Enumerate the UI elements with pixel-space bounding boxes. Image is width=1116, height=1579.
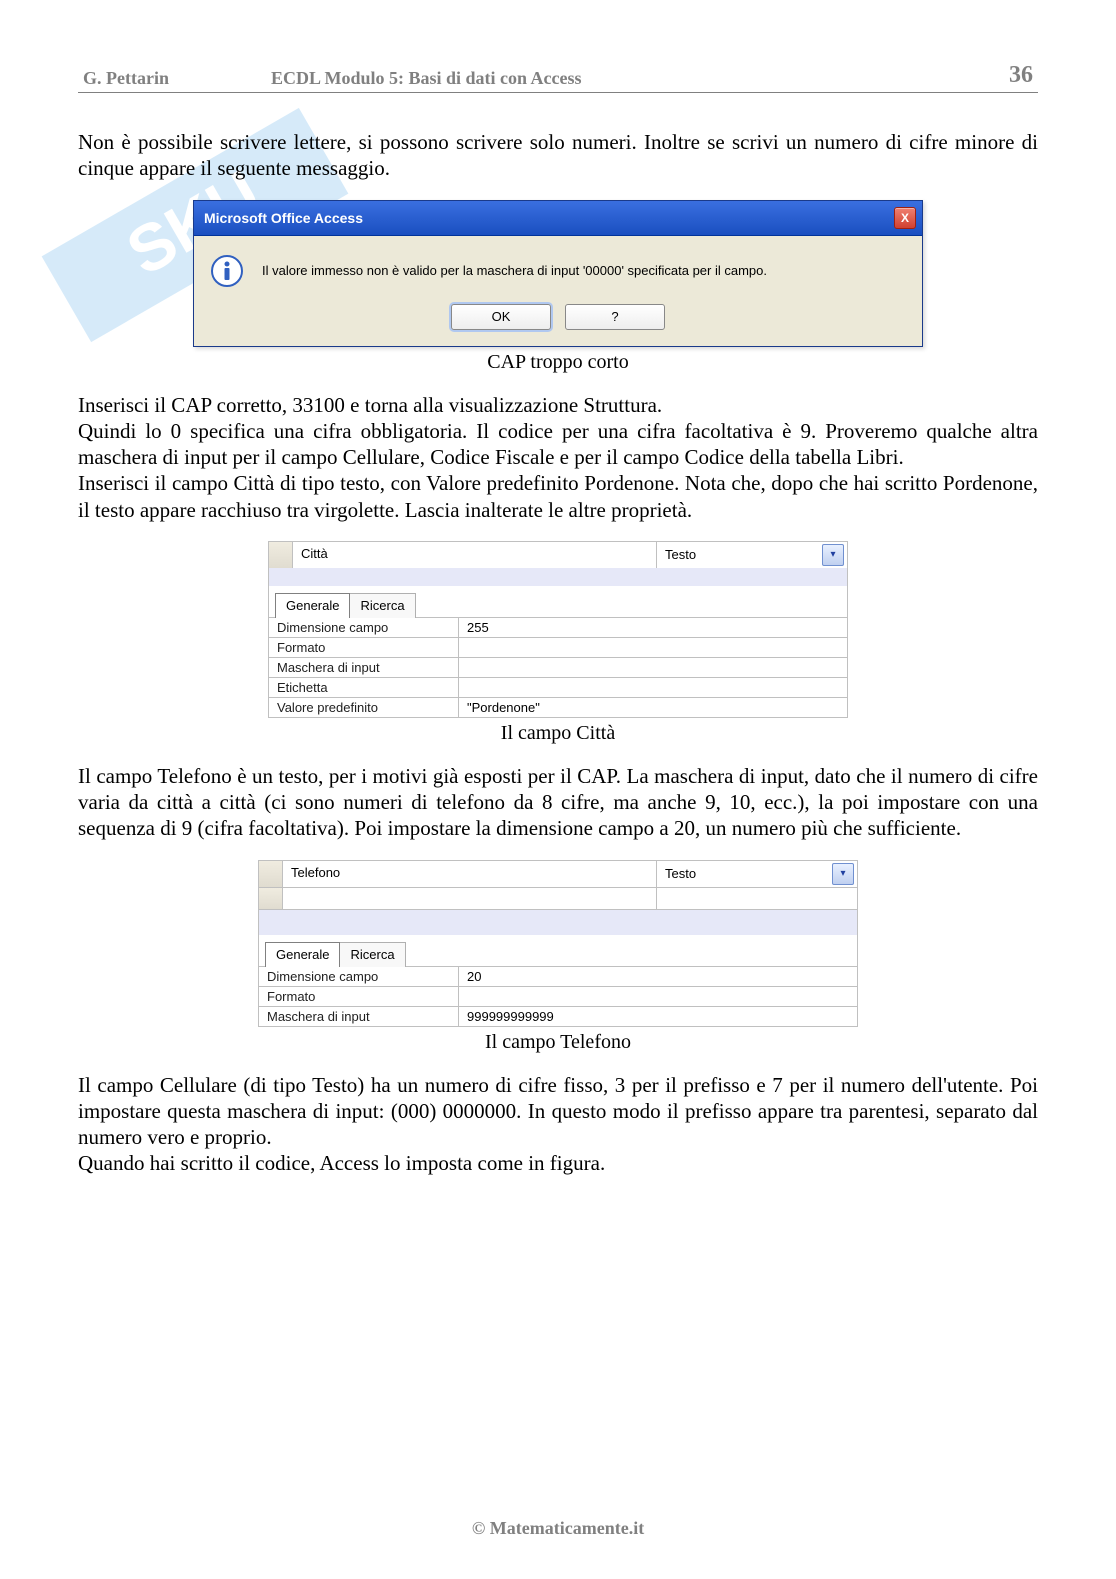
prop-row[interactable]: Dimensione campo 20 (259, 966, 857, 986)
prop-row[interactable]: Etichetta (269, 677, 847, 697)
paragraph-6: Il campo Cellulare (di tipo Testo) ha un… (78, 1072, 1038, 1151)
dialog-title: Microsoft Office Access (204, 210, 363, 226)
prop-value[interactable]: "Pordenone" (459, 698, 847, 717)
prop-label: Dimensione campo (259, 967, 459, 986)
caption-telefono: Il campo Telefono (78, 1031, 1038, 1054)
header-page-number: 36 (1009, 62, 1038, 89)
paragraph-1: Non è possibile scrivere lettere, si pos… (78, 129, 1038, 182)
dialog-message: Il valore immesso non è valido per la ma… (262, 263, 767, 278)
tab-generale[interactable]: Generale (275, 593, 350, 618)
prop-value[interactable] (459, 638, 847, 657)
prop-row[interactable]: Maschera di input (269, 657, 847, 677)
paragraph-3: Quindi lo 0 specifica una cifra obbligat… (78, 418, 1038, 471)
tab-generale[interactable]: Generale (265, 942, 340, 967)
field-name[interactable]: Città (293, 542, 657, 568)
property-list: Dimensione campo 20 Formato Maschera di … (258, 966, 858, 1027)
row-selector[interactable] (269, 542, 293, 568)
prop-label: Formato (269, 638, 459, 657)
prop-row[interactable]: Formato (269, 637, 847, 657)
page-header: G. Pettarin ECDL Modulo 5: Basi di dati … (78, 62, 1038, 93)
prop-row[interactable]: Dimensione campo 255 (269, 617, 847, 637)
prop-label: Maschera di input (269, 658, 459, 677)
prop-value[interactable]: 255 (459, 618, 847, 637)
close-icon[interactable]: X (894, 207, 916, 229)
access-dialog: Microsoft Office Access X Il valore imme… (193, 200, 923, 347)
blank-row (258, 887, 858, 909)
header-title: ECDL Modulo 5: Basi di dati con Access (169, 68, 1009, 89)
prop-value[interactable] (459, 678, 847, 697)
prop-row[interactable]: Maschera di input 999999999999 (259, 1006, 857, 1026)
paragraph-5: Il campo Telefono è un testo, per i moti… (78, 763, 1038, 842)
field-properties-citta: Città Testo ▾ Generale Ricerca Dimension… (268, 541, 848, 718)
prop-value[interactable] (459, 987, 857, 1006)
ok-button[interactable]: OK (451, 304, 551, 330)
info-icon (210, 254, 244, 288)
tabs: Generale Ricerca (258, 935, 858, 966)
prop-row[interactable]: Formato (259, 986, 857, 1006)
footer-copyright: © Matematicamente.it (0, 1518, 1116, 1539)
prop-value[interactable]: 20 (459, 967, 857, 986)
field-type[interactable]: Testo (657, 862, 832, 885)
prop-label: Valore predefinito (269, 698, 459, 717)
prop-label: Maschera di input (259, 1007, 459, 1026)
tabs: Generale Ricerca (268, 586, 848, 617)
chevron-down-icon[interactable]: ▾ (832, 863, 854, 885)
field-type[interactable]: Testo (657, 543, 822, 566)
paragraph-2: Inserisci il CAP corretto, 33100 e torna… (78, 392, 1038, 418)
prop-label: Etichetta (269, 678, 459, 697)
field-row[interactable]: Telefono Testo ▾ (258, 860, 858, 887)
header-author: G. Pettarin (78, 68, 169, 89)
paragraph-7: Quando hai scritto il codice, Access lo … (78, 1150, 1038, 1176)
row-selector[interactable] (259, 861, 283, 887)
caption-citta: Il campo Città (78, 722, 1038, 745)
prop-label: Dimensione campo (269, 618, 459, 637)
tab-ricerca[interactable]: Ricerca (339, 942, 405, 967)
spacer (258, 909, 858, 935)
paragraph-4: Inserisci il campo Città di tipo testo, … (78, 470, 1038, 523)
prop-value[interactable] (459, 658, 847, 677)
spacer (268, 568, 848, 586)
field-name[interactable]: Telefono (283, 861, 657, 887)
chevron-down-icon[interactable]: ▾ (822, 544, 844, 566)
field-row[interactable]: Città Testo ▾ (268, 541, 848, 568)
help-button[interactable]: ? (565, 304, 665, 330)
prop-value[interactable]: 999999999999 (459, 1007, 857, 1026)
prop-row[interactable]: Valore predefinito "Pordenone" (269, 697, 847, 717)
field-properties-telefono: Telefono Testo ▾ Generale Ricerca (258, 860, 858, 1027)
property-list: Dimensione campo 255 Formato Maschera di… (268, 617, 848, 718)
caption-cap: CAP troppo corto (78, 351, 1038, 374)
tab-ricerca[interactable]: Ricerca (349, 593, 415, 618)
dialog-titlebar: Microsoft Office Access X (194, 201, 922, 236)
prop-label: Formato (259, 987, 459, 1006)
